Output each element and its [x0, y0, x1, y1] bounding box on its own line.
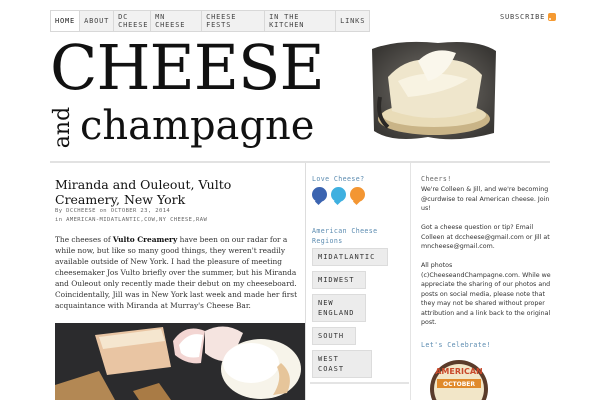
- site-header: CHEESE and champagne: [50, 33, 550, 161]
- nav-in-the-kitchen[interactable]: IN THE KITCHEN: [264, 10, 337, 32]
- region-new-england[interactable]: NEW ENGLAND: [312, 294, 366, 322]
- celebrate-heading: Let's Celebrate!: [421, 341, 491, 349]
- logo-title-champagne[interactable]: champagne: [80, 101, 314, 151]
- post-cheese-photo: [55, 323, 305, 400]
- twitter-icon[interactable]: [331, 187, 346, 202]
- region-south[interactable]: SOUTH: [312, 327, 356, 345]
- contact-text: Got a cheese question or tip? Email Coll…: [421, 224, 550, 250]
- top-nav: HOME ABOUT DC CHEESE MN CHEESE CHEESE FE…: [50, 10, 371, 32]
- nav-dc-cheese[interactable]: DC CHEESE: [113, 10, 152, 32]
- region-midatlantic[interactable]: MIDATLANTIC: [312, 248, 388, 266]
- sidebar-rule: [310, 382, 409, 384]
- badge-mid-text: OCTOBER: [443, 381, 475, 388]
- american-cheese-month-badge[interactable]: AMERICAN OCTOBER: [429, 359, 489, 400]
- social-icons: [312, 187, 369, 202]
- meta-categories[interactable]: AMERICAN-MIDATLANTIC,COW,NY CHEESE,RAW: [66, 217, 207, 223]
- rss-icon[interactable]: [350, 187, 365, 202]
- body-before: The cheeses of: [55, 235, 113, 244]
- logo-title-cheese[interactable]: CHEESE: [50, 33, 325, 103]
- post-meta: By DCCHEESE on OCTOBER 23, 2014 in AMERI…: [55, 207, 305, 225]
- regions-heading: American Cheese Regions: [312, 227, 378, 245]
- sidebar-middle: Love Cheese? American Cheese Regions MID…: [306, 163, 409, 400]
- logo-and-text: and: [50, 106, 76, 149]
- nav-mn-cheese[interactable]: MN CHEESE: [150, 10, 203, 32]
- subscribe-label: SUBSCRIBE: [500, 13, 546, 21]
- post-article: Miranda and Ouleout, Vulto Creamery, New…: [50, 163, 306, 400]
- logo-and: and: [50, 103, 76, 149]
- body-after: have been on our radar for a while now, …: [55, 235, 298, 310]
- meta-on: on: [99, 208, 108, 214]
- nav-links[interactable]: LINKS: [335, 10, 371, 32]
- subscribe-link[interactable]: SUBSCRIBE: [500, 13, 557, 21]
- facebook-icon[interactable]: [312, 187, 327, 202]
- meta-date: OCTOBER 23, 2014: [110, 208, 171, 214]
- rss-icon: [548, 13, 557, 21]
- meta-in: in: [55, 217, 63, 223]
- header-cheese-photo: [368, 37, 500, 145]
- post-body: The cheeses of Vulto Creamery have been …: [55, 234, 305, 311]
- region-west-coast[interactable]: WEST COAST: [312, 350, 372, 378]
- nav-home[interactable]: HOME: [50, 10, 81, 32]
- vulto-creamery-link[interactable]: Vulto Creamery: [113, 235, 177, 244]
- about-text: We're Colleen & Jill, and we're becoming…: [421, 186, 550, 212]
- nav-about[interactable]: ABOUT: [79, 10, 115, 32]
- nav-cheese-fests[interactable]: CHEESE FESTS: [201, 10, 266, 32]
- meta-author-link[interactable]: DCCHEESE: [66, 208, 96, 214]
- love-cheese-heading: Love Cheese?: [312, 175, 365, 183]
- meta-by: By: [55, 208, 63, 214]
- post-title[interactable]: Miranda and Ouleout, Vulto Creamery, New…: [55, 177, 295, 207]
- sidebar-right: Cheers! We're Colleen & Jill, and we're …: [410, 163, 551, 400]
- region-midwest[interactable]: MIDWEST: [312, 271, 366, 289]
- cheers-heading: Cheers!: [421, 175, 452, 183]
- badge-top-text: AMERICAN: [435, 367, 483, 376]
- copyright-text: All photos (c)CheeseandChampagne.com. Wh…: [421, 262, 551, 326]
- regions-list: MIDATLANTIC MIDWEST NEW ENGLAND SOUTH WE…: [312, 248, 388, 383]
